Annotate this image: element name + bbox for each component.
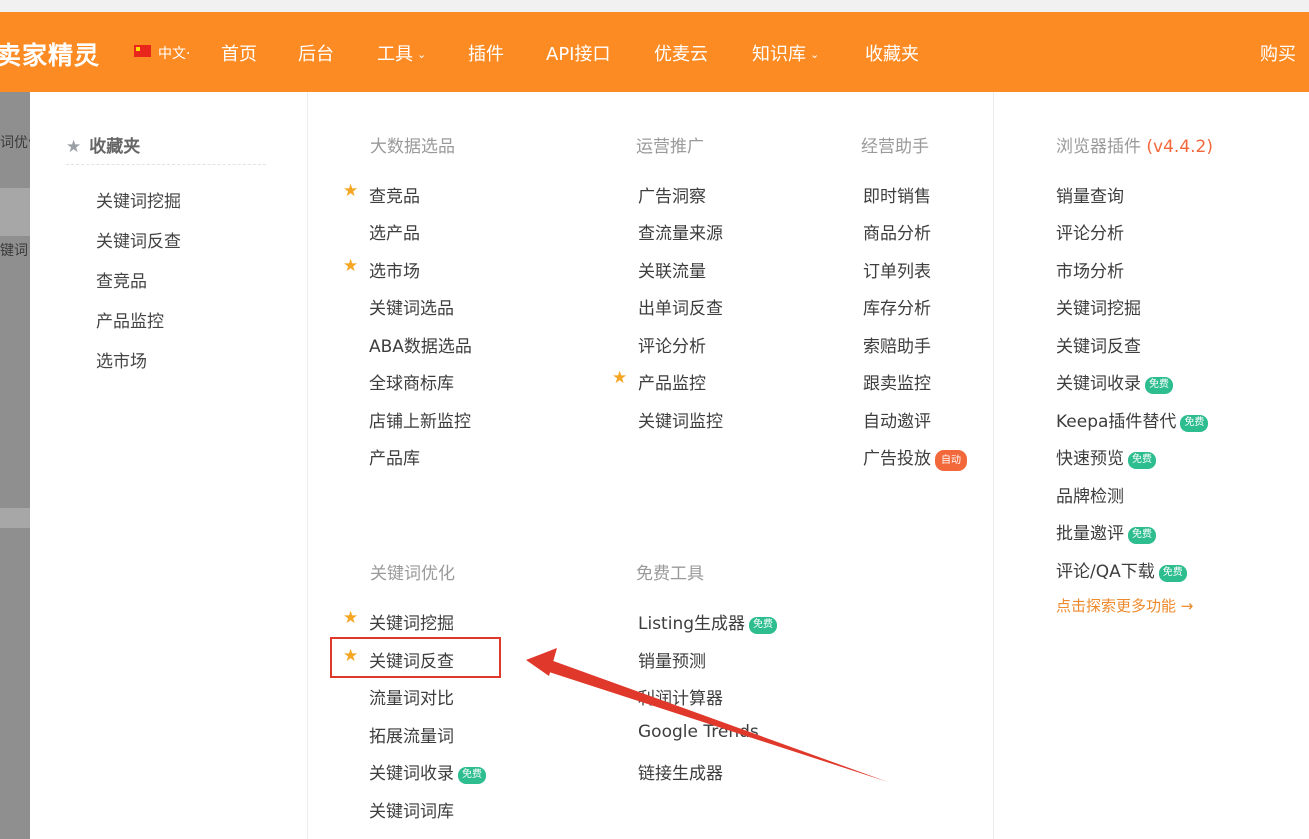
nav-plugins[interactable]: 插件 [468,40,504,66]
plugin-item-keyword-reverse[interactable]: 关键词反查 [1056,332,1141,357]
menu-item-inventory[interactable]: 库存分析 [863,294,931,319]
free-badge: 免费 [1145,377,1173,394]
nav-buy[interactable]: 购买 [1260,40,1296,66]
plugin-item-quick-preview[interactable]: 快速预览 免费 [1056,444,1156,469]
section-title-keyword: 关键词优化 [370,564,455,584]
star-icon: ★ [343,608,359,628]
favorite-item[interactable]: 选市场 [96,347,147,372]
menu-item-keyword-library[interactable]: 关键词词库 [369,797,454,822]
menu-item-google-trends[interactable]: Google Trends [638,722,759,742]
background-page-overlay: 词优化 键词 [0,92,30,839]
section-title-big-data: 大数据选品 [370,137,455,157]
menu-item-instant-sales[interactable]: 即时销售 [863,182,931,207]
nav-favorites[interactable]: 收藏夹 [865,40,919,66]
menu-item-keyword-mining[interactable]: 关键词挖掘 [369,609,454,634]
menu-item-related-traffic[interactable]: 关联流量 [638,257,706,282]
china-flag-icon[interactable] [134,45,151,57]
browser-top-strip [0,0,1309,12]
menu-item-aba[interactable]: ABA数据选品 [369,332,472,357]
nav-api[interactable]: API接口 [546,40,610,66]
background-text: 键词 [0,243,28,259]
language-switcher[interactable]: 中文· [158,43,190,63]
star-icon: ★ [66,137,82,157]
menu-item-traffic-compare[interactable]: 流量词对比 [369,684,454,709]
free-badge: 免费 [749,617,778,634]
version-label: (v4.4.2) [1146,137,1213,157]
auto-badge: 自动 [935,450,967,471]
section-title-business: 经营助手 [861,137,929,157]
background-text: 词优化 [0,135,30,151]
menu-item-traffic-source[interactable]: 查流量来源 [638,219,723,244]
plugin-item-review-qa-download[interactable]: 评论/QA下载 免费 [1056,557,1187,582]
section-title-plugin: 浏览器插件 (v4.4.2) [1056,137,1213,157]
menu-item-product-monitor[interactable]: 产品监控 [638,369,706,394]
nav-youmaiyun[interactable]: 优麦云 [654,40,708,66]
favorites-title: ★ 收藏夹 [66,137,141,157]
nav-home[interactable]: 首页 [221,40,257,66]
plugin-item-sales-query[interactable]: 销量查询 [1056,182,1124,207]
section-title-free-tools: 免费工具 [636,564,704,584]
tools-dropdown-menu: ★ 收藏夹 关键词挖掘 关键词反查 查竞品 产品监控 选市场 大数据选品 ★ 查竞… [30,92,1309,839]
menu-item-keyword-product[interactable]: 关键词选品 [369,294,454,319]
nav-knowledge[interactable]: 知识库 ⌄ [752,40,819,66]
favorite-item[interactable]: 查竞品 [96,267,147,292]
section-title-operations: 运营推广 [636,137,704,157]
menu-item-keyword-monitor[interactable]: 关键词监控 [638,407,723,432]
menu-item-product-select[interactable]: 选产品 [369,219,420,244]
menu-item-expand-traffic[interactable]: 拓展流量词 [369,722,454,747]
plugin-item-review-analysis[interactable]: 评论分析 [1056,219,1124,244]
plugin-item-keyword-index[interactable]: 关键词收录 免费 [1056,369,1173,394]
free-badge: 免费 [1128,527,1156,544]
free-badge: 免费 [1180,415,1209,432]
menu-item-profit-calculator[interactable]: 利润计算器 [638,684,723,709]
menu-item-ad-insight[interactable]: 广告洞察 [638,182,706,207]
top-navbar: 卖家精灵 中文· 首页 后台 工具 ⌄ 插件 API接口 优麦云 知识库 ⌄ 收藏夹… [0,12,1309,92]
favorites-panel: ★ 收藏夹 关键词挖掘 关键词反查 查竞品 产品监控 选市场 [30,92,308,839]
free-badge: 免费 [458,767,486,784]
plugin-item-batch-review[interactable]: 批量邀评 免费 [1056,519,1156,544]
background-band [0,188,30,236]
menu-item-sales-forecast[interactable]: 销量预测 [638,647,706,672]
menu-item-claims[interactable]: 索赔助手 [863,332,931,357]
menu-item-store-monitor[interactable]: 店铺上新监控 [369,407,471,432]
menu-item-keyword-index[interactable]: 关键词收录 免费 [369,759,486,784]
star-icon: ★ [343,181,359,201]
menu-item-market[interactable]: 选市场 [369,257,420,282]
divider [66,164,266,165]
menu-item-goods-analysis[interactable]: 商品分析 [863,219,931,244]
nav-backend[interactable]: 后台 [298,40,334,66]
menu-item-listing-generator[interactable]: Listing生成器 免费 [638,609,778,634]
menu-item-hijack-monitor[interactable]: 跟卖监控 [863,369,931,394]
column-divider [993,92,994,839]
free-badge: 免费 [1128,452,1156,469]
plugin-item-keyword-mining[interactable]: 关键词挖掘 [1056,294,1141,319]
menu-item-order-list[interactable]: 订单列表 [863,257,931,282]
free-badge: 免费 [1158,565,1187,582]
menu-item-competitor[interactable]: 查竞品 [369,182,420,207]
plugin-item-keepa-alternative[interactable]: Keepa插件替代 免费 [1056,407,1209,432]
menu-item-order-keyword[interactable]: 出单词反查 [638,294,723,319]
brand-logo[interactable]: 卖家精灵 [0,36,100,72]
star-icon: ★ [612,368,628,388]
background-band [0,508,30,528]
menu-item-trademark[interactable]: 全球商标库 [369,369,454,394]
nav-tools[interactable]: 工具 ⌄ [377,40,426,66]
plugin-item-market-analysis[interactable]: 市场分析 [1056,257,1124,282]
favorite-item[interactable]: 关键词挖掘 [96,187,181,212]
menu-item-product-library[interactable]: 产品库 [369,444,420,469]
favorite-item[interactable]: 关键词反查 [96,227,181,252]
favorite-item[interactable]: 产品监控 [96,307,164,332]
menu-item-review-analysis[interactable]: 评论分析 [638,332,706,357]
menu-item-auto-review[interactable]: 自动邀评 [863,407,931,432]
menu-item-link-generator[interactable]: 链接生成器 [638,759,723,784]
plugin-item-brand-check[interactable]: 品牌检测 [1056,482,1124,507]
annotation-highlight-box [330,637,501,678]
explore-more-link[interactable]: 点击探索更多功能 → [1056,595,1193,616]
menu-item-ad-placement[interactable]: 广告投放 自动 [863,444,967,471]
star-icon: ★ [343,256,359,276]
chevron-down-icon: ⌄ [810,48,820,61]
chevron-down-icon: ⌄ [417,48,427,61]
